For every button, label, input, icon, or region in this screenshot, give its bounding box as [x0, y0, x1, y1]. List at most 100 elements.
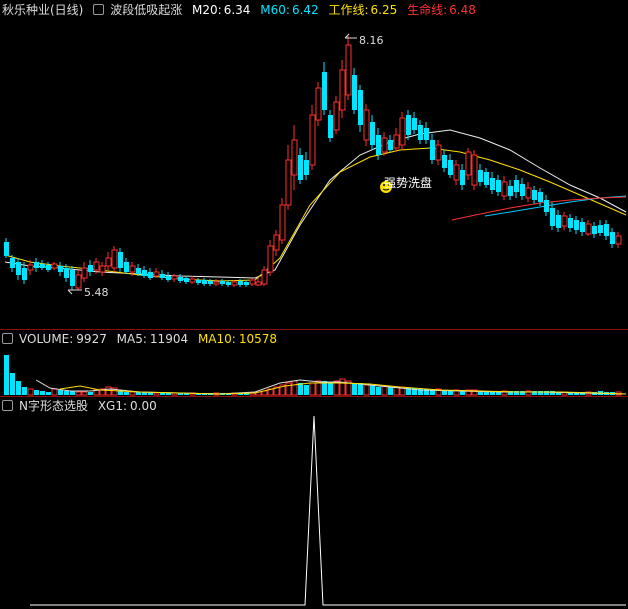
xg-header: N字形态选股 XG1: 0.00	[2, 397, 163, 415]
volume-bar	[328, 383, 333, 395]
volume-bar	[309, 382, 316, 396]
candle-body	[448, 160, 453, 175]
ma5-readout: MA5: 11904	[117, 332, 188, 346]
volume-bar	[363, 384, 370, 396]
xg1-readout: XG1: 0.00	[98, 399, 157, 413]
candle-body	[550, 208, 555, 226]
volume-bar	[370, 385, 375, 395]
candle-body	[189, 278, 196, 283]
candle-body	[51, 263, 58, 269]
candle-body	[610, 232, 615, 244]
candle-body	[249, 279, 256, 285]
candle-body	[129, 265, 136, 273]
candle-body	[381, 137, 388, 153]
candle-body	[460, 170, 465, 185]
candle-body	[171, 275, 178, 280]
volume-bar	[358, 383, 363, 395]
xg-settings-icon[interactable]	[2, 400, 13, 411]
volume-bar	[27, 388, 34, 396]
volume-bar	[75, 391, 82, 396]
volume-title[interactable]: VOLUME:	[19, 332, 73, 346]
candle-body	[124, 262, 129, 272]
volume-settings-icon[interactable]	[2, 333, 13, 344]
candle-body	[226, 282, 231, 285]
candle-body	[231, 281, 238, 286]
candle-body	[435, 144, 442, 161]
candle-body	[508, 186, 513, 196]
volume-bar	[70, 391, 75, 395]
candle-body	[81, 267, 88, 279]
volume-bar	[376, 387, 381, 395]
candle-body	[580, 222, 585, 232]
candle-body	[501, 181, 508, 197]
candle-body	[118, 252, 123, 268]
candle-body	[568, 218, 573, 228]
candle-body	[442, 155, 447, 168]
xg-title[interactable]: N字形态选股	[19, 399, 88, 413]
low-price-label: 5.48	[84, 286, 109, 299]
volume-header: VOLUME: 9927 MA5: 11904 MA10: 10578	[2, 330, 283, 348]
candle-body	[99, 265, 106, 273]
candle-body	[615, 235, 622, 245]
candle-body	[465, 151, 472, 176]
volume-bar	[166, 393, 171, 395]
candle-body	[496, 180, 501, 192]
volume-bar	[124, 392, 129, 395]
candle-group	[4, 36, 622, 290]
candle-body	[111, 249, 118, 269]
candle-body	[153, 271, 160, 277]
volume-bar	[339, 378, 346, 396]
candle-body	[58, 266, 63, 272]
candle-body	[273, 234, 280, 251]
high-price-label: 8.16	[359, 34, 384, 47]
candle-body	[406, 115, 411, 135]
candle-body	[393, 134, 400, 149]
candle-body	[471, 154, 478, 186]
candle-body	[430, 140, 435, 160]
candle-body	[291, 139, 298, 176]
volume-bar	[16, 381, 21, 395]
volume-bar	[160, 393, 165, 395]
candle-body	[538, 192, 543, 202]
signal-text: 强势洗盘	[384, 176, 433, 190]
ma-yellow-line	[4, 147, 627, 282]
xg1-signal-line	[30, 415, 626, 606]
volume-bar	[291, 380, 298, 396]
candle-body	[10, 258, 15, 268]
candle-body	[418, 125, 423, 140]
xg1-label: XG1:	[97, 399, 128, 413]
candle-body	[525, 187, 532, 199]
candle-body	[370, 122, 375, 145]
candle-body	[178, 277, 183, 281]
candle-body	[148, 272, 153, 278]
candle-body	[267, 245, 274, 273]
volume-bar	[58, 390, 63, 395]
candle-body	[315, 87, 322, 121]
volume-bar	[388, 387, 393, 395]
candle-body	[490, 178, 495, 190]
candle-body	[184, 278, 189, 282]
candle-body	[604, 224, 609, 236]
volume-bar	[81, 391, 88, 396]
volume-value: 9927	[76, 332, 107, 346]
candle-body	[16, 262, 21, 275]
candle-body	[592, 226, 597, 234]
volume-bar	[64, 391, 69, 395]
ma10-label: MA10:	[197, 332, 236, 346]
candle-body	[322, 72, 327, 110]
volume-bar	[22, 387, 27, 395]
ma5-label: MA5:	[116, 332, 147, 346]
candle-body	[136, 268, 141, 274]
candle-body	[352, 75, 357, 110]
candle-body	[532, 190, 537, 200]
volume-bar	[153, 392, 160, 396]
candle-body	[27, 264, 34, 271]
low-marker-arrow	[67, 289, 73, 295]
volume-bar	[4, 355, 9, 395]
candle-body	[93, 261, 100, 271]
candle-body	[544, 200, 549, 212]
candle-body	[166, 276, 171, 280]
candlestick-chart[interactable]	[0, 0, 628, 609]
volume-bar	[34, 390, 39, 395]
candle-body	[34, 262, 39, 268]
